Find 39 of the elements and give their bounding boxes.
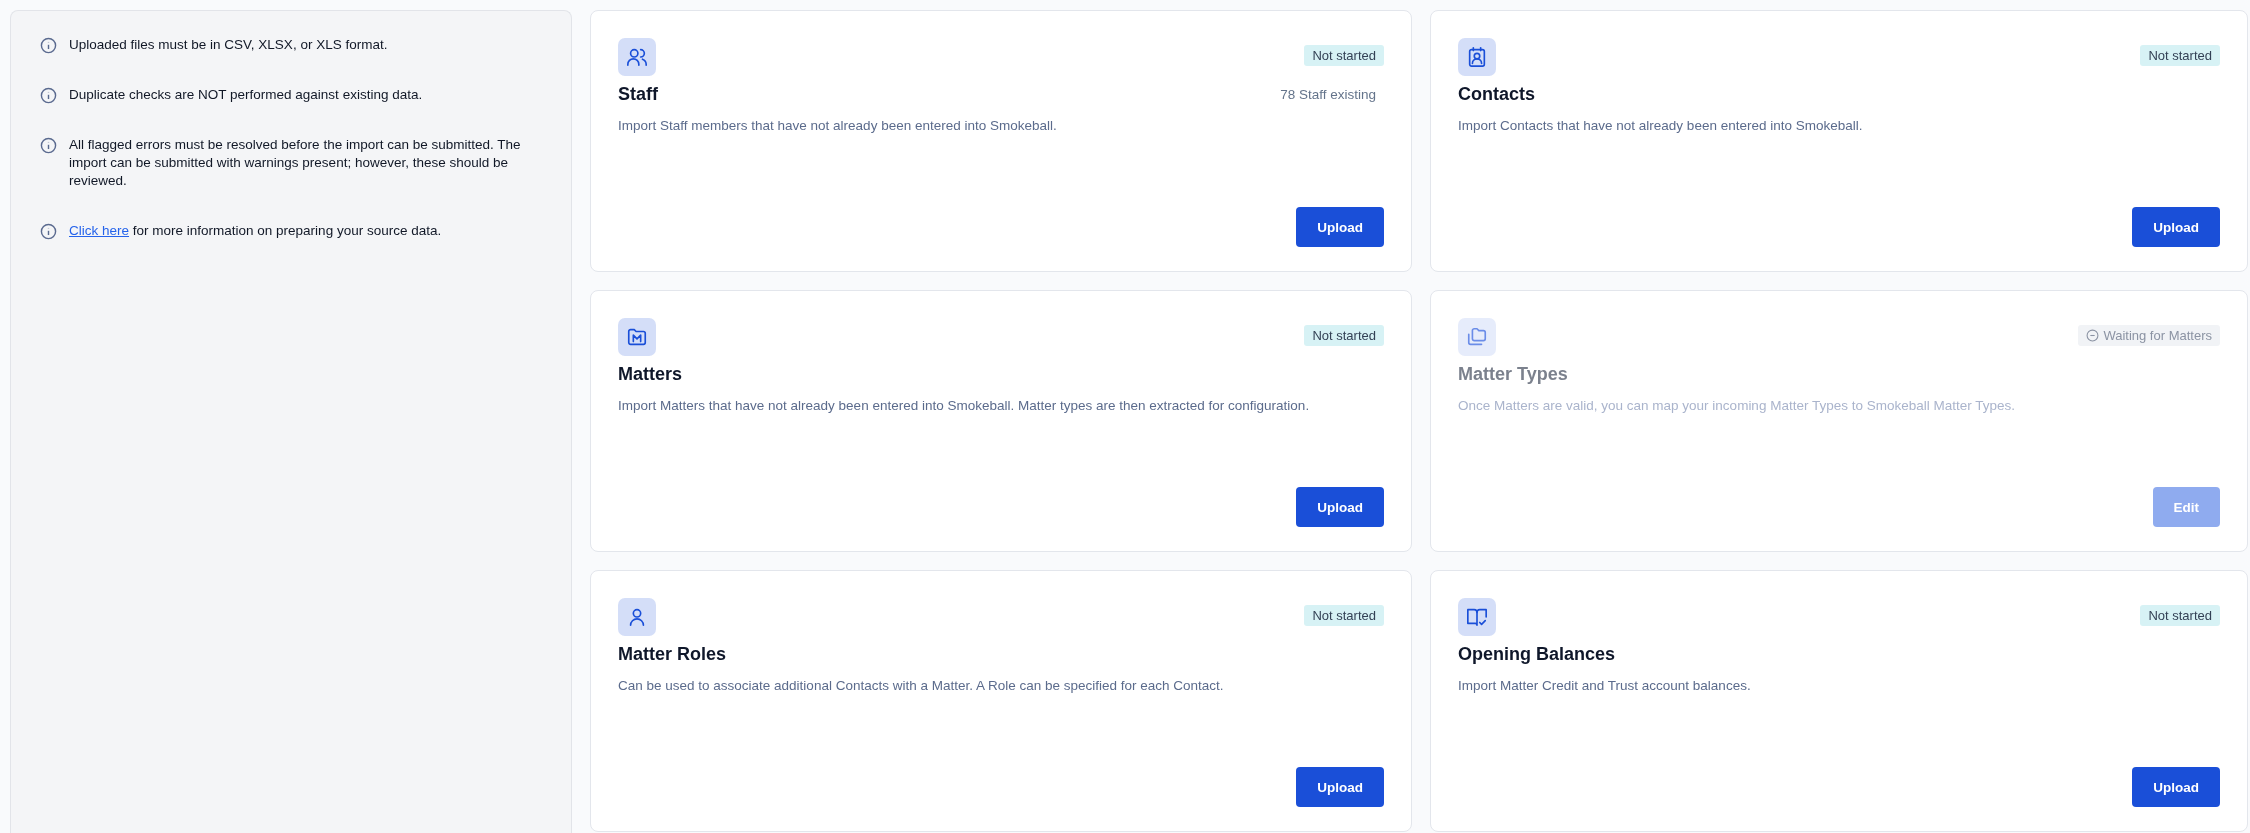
info-note: Duplicate checks are NOT performed against existing data. (69, 86, 423, 104)
minus-circle-icon (2086, 329, 2100, 342)
people-icon (626, 46, 648, 68)
card-description: Import Matters that have not already been entered into Smokeball. Matter types are then extracted for configuration. (618, 397, 1311, 415)
card-title: Staff (618, 84, 658, 105)
card-description: Can be used to associate additional Contacts with a Matter. A Role can be specified for each Contact. (618, 677, 1225, 695)
status-badge: Not started (1304, 45, 1384, 66)
status-badge: Not started (1304, 325, 1384, 346)
book-check-icon (1466, 606, 1488, 628)
card-description: Import Contacts that have not already been entered into Smokeball. (1458, 117, 1864, 135)
card-title: Matters (618, 364, 683, 385)
upload-button[interactable]: Upload (2132, 767, 2220, 807)
status-badge: Not started (1304, 605, 1384, 626)
card-description: Once Matters are valid, you can map your incoming Matter Types to Smokeball Matter Types. (1458, 397, 2016, 415)
card-title: Contacts (1458, 84, 1535, 105)
info-icon (40, 37, 57, 54)
contact-card-icon (1466, 46, 1488, 68)
card-title: Opening Balances (1458, 644, 1616, 665)
upload-button[interactable]: Upload (2132, 207, 2220, 247)
info-icon (40, 87, 57, 104)
existing-count: 78 Staff existing (1280, 87, 1376, 102)
info-note: Click here for more information on preparing your source data. (69, 222, 442, 240)
card-title: Matter Roles (618, 644, 727, 665)
upload-button[interactable]: Upload (1296, 767, 1384, 807)
info-note: Uploaded files must be in CSV, XLSX, or XLS format. (69, 36, 388, 54)
folders-icon (1466, 326, 1488, 348)
card-description: Import Staff members that have not already been entered into Smokeball. (618, 117, 1058, 135)
status-badge: Not started (2140, 605, 2220, 626)
info-icon (40, 223, 57, 240)
card-title: Matter Types (1458, 364, 1568, 385)
card-description: Import Matter Credit and Trust account balances. (1458, 677, 1752, 695)
status-badge: Not started (2140, 45, 2220, 66)
info-icon (40, 137, 57, 154)
click-here-link[interactable]: Click here (69, 223, 130, 238)
status-badge: Waiting for Matters (2078, 325, 2220, 346)
upload-button[interactable]: Upload (1296, 487, 1384, 527)
upload-button[interactable]: Upload (1296, 207, 1384, 247)
folder-letter-icon (626, 326, 648, 348)
info-note: All flagged errors must be resolved before the import can be submitted. The import can be submitted with warnings present; however, these should be reviewed. (69, 136, 522, 190)
